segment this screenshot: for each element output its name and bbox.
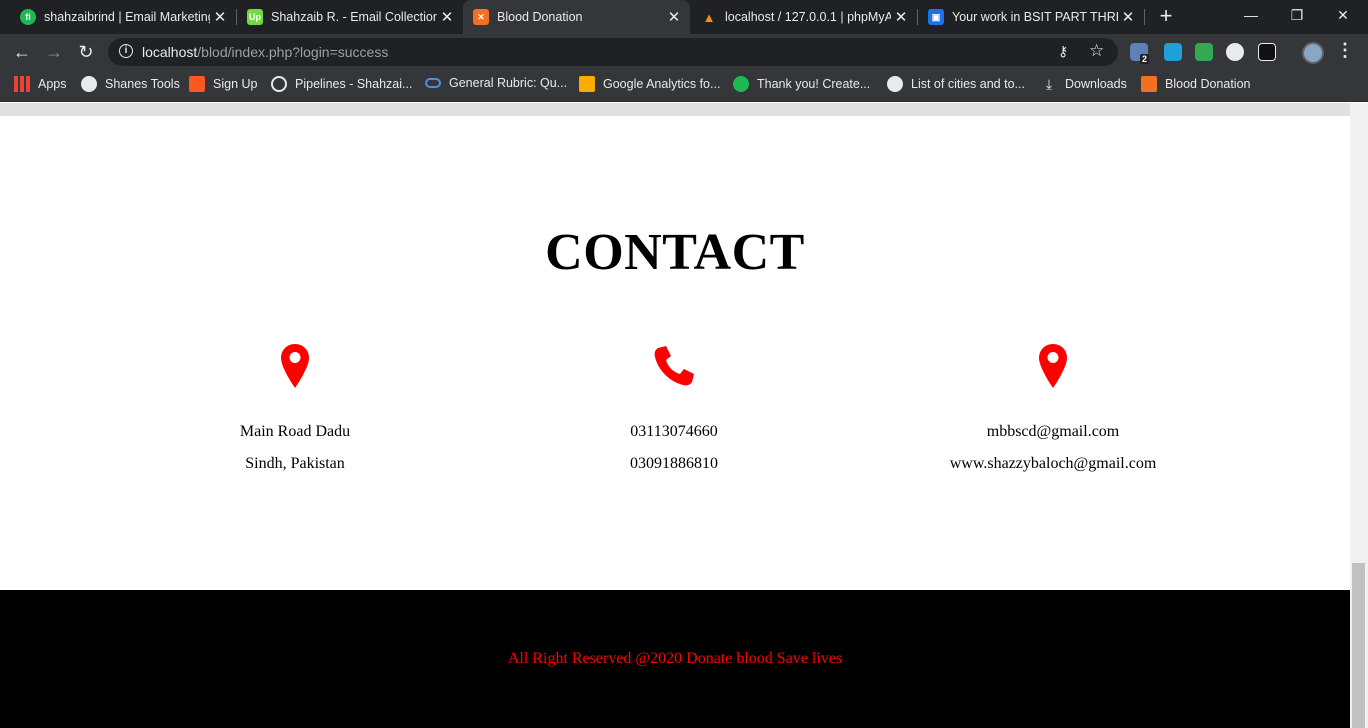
forward-button[interactable]: →	[41, 39, 67, 65]
bookmarks-bar: Apps Shanes Tools Sign Up Pipelines - Sh…	[0, 70, 1368, 102]
email-line-2: www.shazzybaloch@gmail.com	[949, 455, 1157, 472]
new-tab-button[interactable]: +	[1154, 5, 1178, 29]
key-icon[interactable]: ⚷	[1058, 43, 1068, 60]
tab-strip: fi shahzaibrind | Email Marketing ✕ Up S…	[0, 0, 1368, 34]
tab-favicon-icon: ✕	[473, 9, 489, 25]
contact-email-block: mbbscd@gmail.com www.shazzybaloch@gmail.…	[853, 343, 1253, 472]
bookmark-label: Blood Donation	[1165, 77, 1251, 91]
bookmark-apps[interactable]: Apps	[14, 76, 67, 92]
profile-avatar[interactable]	[1302, 42, 1324, 64]
bookmark-label: Downloads	[1065, 77, 1127, 91]
bookmark-label: General Rubric: Qu...	[449, 76, 568, 90]
bookmark-shanes-tools[interactable]: Shanes Tools	[81, 76, 180, 92]
url-host: localhost	[142, 44, 198, 60]
bookmark-star-icon[interactable]: ☆	[1089, 41, 1104, 61]
bookmark-label: Sign Up	[213, 77, 258, 91]
minimize-button[interactable]: —	[1228, 0, 1274, 30]
map-marker-icon	[1039, 344, 1067, 388]
tab-favicon-icon: Up	[247, 9, 263, 25]
close-tab-icon[interactable]: ✕	[664, 8, 684, 26]
analytics-icon	[579, 76, 595, 92]
phone-icon	[654, 346, 694, 386]
bookmark-thank-you[interactable]: Thank you! Create...	[733, 76, 870, 92]
url-path: /blod/index.php?login=success	[197, 44, 389, 60]
close-tab-icon[interactable]: ✕	[210, 8, 230, 26]
address-line-2: Sindh, Pakistan	[245, 455, 345, 472]
page-footer: All Right Reserved @2020 Donate blood Sa…	[0, 590, 1350, 728]
phone-number-1: 03113074660	[630, 423, 718, 440]
extension-icon[interactable]	[1226, 43, 1244, 61]
tab-phpmyadmin[interactable]: ▲ localhost / 127.0.0.1 | phpMyAd ✕	[691, 0, 917, 34]
bookmark-label: List of cities and to...	[911, 77, 1025, 91]
restore-button[interactable]: ❐	[1274, 0, 1320, 30]
favicon-icon	[1141, 76, 1157, 92]
page-scrollbar[interactable]	[1350, 103, 1368, 728]
close-tab-icon[interactable]: ✕	[437, 8, 457, 26]
bookmark-label: Thank you! Create...	[757, 77, 871, 91]
bookmark-google-analytics[interactable]: Google Analytics fo...	[579, 76, 720, 92]
globe-icon	[81, 76, 97, 92]
tab-title: Shahzaib R. - Email Collection,	[271, 10, 437, 24]
tab-classroom[interactable]: ▣ Your work in BSIT PART THREE ✕	[918, 0, 1144, 34]
bookmark-general-rubric[interactable]: General Rubric: Qu...	[425, 76, 567, 90]
bookmark-sign-up[interactable]: Sign Up	[189, 76, 257, 92]
bookmark-label: Pipelines - Shahzai...	[295, 77, 413, 91]
close-window-button[interactable]: ✕	[1320, 0, 1366, 30]
phone-number-2: 03091886810	[630, 455, 718, 472]
browser-toolbar: ← → ↻ i localhost/blod/index.php?login=s…	[0, 34, 1368, 70]
address-bar[interactable]: i localhost/blod/index.php?login=success…	[108, 38, 1118, 66]
tab-favicon-icon: ▣	[928, 9, 944, 25]
contact-phone-block: 03113074660 03091886810	[474, 343, 874, 472]
tab-email-collection[interactable]: Up Shahzaib R. - Email Collection, ✕	[237, 0, 463, 34]
tab-title: Your work in BSIT PART THREE	[952, 10, 1118, 24]
link-icon	[425, 78, 441, 88]
map-marker-icon	[281, 344, 309, 388]
footer-copyright: All Right Reserved @2020 Donate blood Sa…	[507, 650, 843, 667]
bookmark-pipelines[interactable]: Pipelines - Shahzai...	[271, 76, 412, 92]
email-line-1: mbbscd@gmail.com	[986, 423, 1120, 440]
tab-title: shahzaibrind | Email Marketing	[44, 10, 210, 24]
section-divider	[0, 103, 1350, 116]
tab-favicon-icon: ▲	[702, 9, 716, 25]
extension-icon[interactable]	[1258, 43, 1276, 61]
tab-title: Blood Donation	[497, 10, 583, 24]
bookmark-list-of-cities[interactable]: List of cities and to...	[887, 76, 1025, 92]
apps-grid-icon	[14, 76, 30, 92]
tab-blood-donation[interactable]: ✕ Blood Donation ✕	[463, 0, 690, 34]
bookmark-downloads[interactable]: ⤓ Downloads	[1041, 76, 1127, 92]
extension-icon[interactable]	[1195, 43, 1213, 61]
menu-icon[interactable]: ⋮	[1336, 40, 1354, 61]
tab-email-marketing[interactable]: fi shahzaibrind | Email Marketing ✕	[10, 0, 236, 34]
extension-icon[interactable]	[1164, 43, 1182, 61]
address-url[interactable]: localhost/blod/index.php?login=success	[142, 44, 388, 60]
contact-address-block: Main Road Dadu Sindh, Pakistan	[95, 343, 495, 472]
pipeline-icon	[271, 76, 287, 92]
page-viewport: CONTACT Main Road Dadu Sindh, Pakistan 0…	[0, 103, 1350, 728]
bookmark-blood-donation[interactable]: Blood Donation	[1141, 76, 1250, 92]
bookmark-label: Google Analytics fo...	[603, 77, 721, 91]
contact-heading: CONTACT	[545, 224, 805, 281]
address-line-1: Main Road Dadu	[239, 423, 351, 440]
close-tab-icon[interactable]: ✕	[1118, 8, 1138, 26]
tab-favicon-icon: fi	[20, 9, 36, 25]
extension-badge: 2	[1140, 54, 1150, 64]
favicon-icon	[189, 76, 205, 92]
reload-button[interactable]: ↻	[73, 39, 99, 65]
tab-title: localhost / 127.0.0.1 | phpMyAd	[725, 10, 891, 24]
site-info-icon[interactable]: i	[119, 44, 133, 58]
close-tab-icon[interactable]: ✕	[891, 8, 911, 26]
bookmark-label: Shanes Tools	[105, 77, 180, 91]
globe-icon	[887, 76, 903, 92]
favicon-icon	[733, 76, 749, 92]
back-button[interactable]: ←	[9, 39, 35, 65]
tab-separator	[1144, 9, 1145, 25]
bookmark-label: Apps	[38, 77, 67, 91]
scrollbar-thumb[interactable]	[1352, 563, 1365, 728]
download-icon: ⤓	[1045, 76, 1053, 92]
